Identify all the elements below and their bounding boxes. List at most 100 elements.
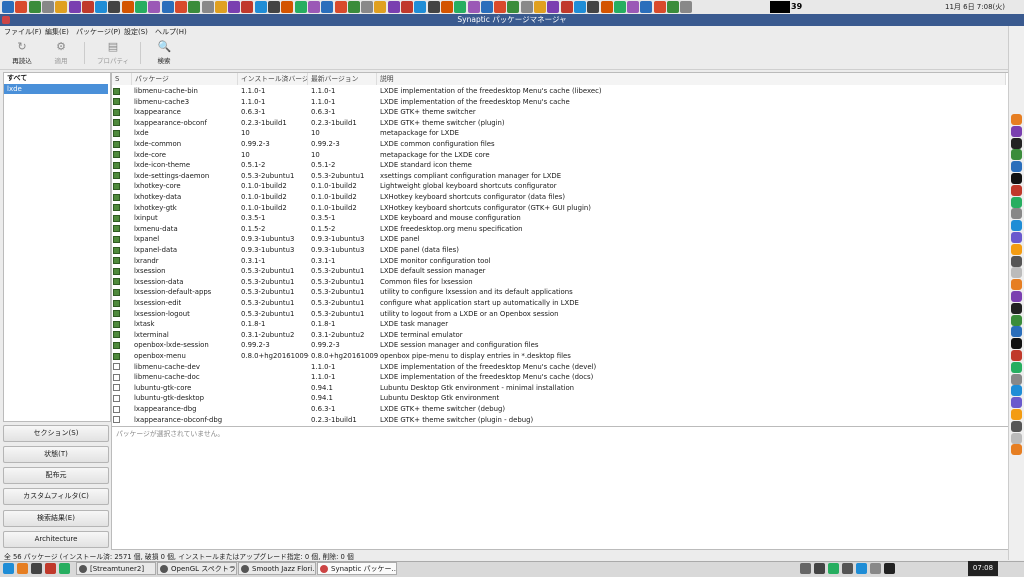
apply-button[interactable]: ⚙ 適用 [43,40,79,68]
menu-package[interactable]: パッケージ(P) [76,27,121,37]
installed-checkbox[interactable] [113,140,120,148]
launcher-icon[interactable] [573,1,586,13]
table-row[interactable]: lxinput 0.3.5-1 0.3.5-1 LXDE keyboard and m… [112,213,1006,224]
filter-all[interactable]: すべて [4,73,108,83]
dock-app-icon[interactable] [1011,137,1022,149]
launcher-icon[interactable] [241,1,254,13]
launcher-icon[interactable] [161,1,174,13]
launcher-icon[interactable] [587,1,600,13]
table-row[interactable]: lxhotkey-gtk 0.1.0-1build2 0.1.0-1build2 LX… [112,203,1006,214]
launcher-icon[interactable] [307,1,320,13]
launcher-icon[interactable] [174,1,187,13]
table-row[interactable]: lxsession-data 0.5.3-2ubuntu1 0.5.3-2ubunt… [112,277,1006,288]
dock-app-icon[interactable] [1011,114,1022,125]
table-row[interactable]: lxterminal 0.3.1-2ubuntu2 0.3.1-2ubuntu2 LX… [112,330,1006,341]
tray-icon[interactable] [884,563,895,574]
launcher-icon[interactable] [121,1,134,13]
not-installed-checkbox[interactable] [113,363,120,371]
not-installed-checkbox[interactable] [113,373,120,381]
dock-app-icon[interactable] [1011,267,1022,279]
dock-app-icon[interactable] [1011,302,1022,314]
dock-app-icon[interactable] [1011,243,1022,255]
menu-edit[interactable]: 編集(E) [45,27,69,37]
launcher-icon[interactable] [454,1,467,13]
dock-app-icon[interactable] [1011,420,1022,432]
launcher-icon[interactable] [680,1,693,13]
launcher-icon[interactable] [387,1,400,13]
launcher-icon[interactable] [534,1,546,13]
table-row[interactable]: lubuntu-gtk-core 0.94.1 Lubuntu Desktop Gt… [112,383,1006,394]
launcher-icon[interactable] [361,1,374,13]
dock-app-icon[interactable] [1011,338,1022,350]
installed-checkbox[interactable] [113,87,120,95]
dock-app-icon[interactable] [1011,149,1022,161]
launcher-icon[interactable] [68,1,81,13]
installed-checkbox[interactable] [113,204,120,212]
installed-checkbox[interactable] [113,235,120,243]
installed-checkbox[interactable] [113,108,120,116]
launcher-icon[interactable] [480,1,493,13]
table-row[interactable]: lxtask 0.1.8-1 0.1.8-1 LXDE task manager [112,319,1006,330]
launcher-icon[interactable] [254,1,267,13]
dock-app-icon[interactable] [1011,161,1022,173]
table-row[interactable]: libmenu-cache-doc 1.1.0-1 LXDE implementat… [112,372,1006,383]
installed-checkbox[interactable] [113,214,120,222]
task-smooth-jazz[interactable]: Smooth Jazz Flori... [238,562,316,575]
installed-checkbox[interactable] [113,331,120,339]
column-status[interactable]: S [112,73,132,85]
table-row[interactable]: lxappearance 0.6.3-1 0.6.3-1 LXDE GTK+ them… [112,107,1006,118]
table-row[interactable]: lxde-core 10 10 metapackage for the LXDE co… [112,150,1006,161]
table-row[interactable]: lubuntu-gtk-desktop 0.94.1 Lubuntu Desktop… [112,393,1006,404]
status-button[interactable]: 状態(T) [3,446,109,463]
launcher-icon[interactable] [507,1,520,13]
table-row[interactable]: lxde 10 10 metapackage for LXDE [112,128,1006,139]
installed-checkbox[interactable] [113,172,120,180]
launcher-icon[interactable] [547,1,560,13]
installed-checkbox[interactable] [113,193,120,201]
table-row[interactable]: lxsession-default-apps 0.5.3-2ubuntu1 0.5.… [112,287,1006,298]
launcher-icon[interactable] [600,1,613,13]
origin-button[interactable]: 配布元 [3,467,109,484]
launcher-icon[interactable] [268,1,280,13]
launcher-icon[interactable] [440,1,453,13]
launcher-icon[interactable] [321,1,334,13]
column-installed-version[interactable]: インストール済バージョン [238,73,308,85]
not-installed-checkbox[interactable] [113,394,120,402]
menu-settings[interactable]: 設定(S) [124,27,148,37]
dock-app-icon[interactable] [1011,291,1022,302]
launcher-icon[interactable] [108,1,121,13]
not-installed-checkbox[interactable] [113,416,120,424]
installed-checkbox[interactable] [113,98,120,106]
installed-checkbox[interactable] [113,299,120,307]
dock-app-icon[interactable] [1011,220,1022,232]
table-row[interactable]: lxhotkey-core 0.1.0-1build2 0.1.0-1build2 L… [112,181,1006,192]
table-row[interactable]: libmenu-cache-dev 1.1.0-1 LXDE implementat… [112,362,1006,373]
quick-launch-icon[interactable] [59,563,70,574]
table-row[interactable]: lxde-icon-theme 0.5.1-2 0.5.1-2 LXDE standa… [112,160,1006,171]
table-row[interactable]: lxsession 0.5.3-2ubuntu1 0.5.3-2ubuntu1 LXD… [112,266,1006,277]
table-row[interactable]: libmenu-cache-bin 1.1.0-1 1.1.0-1 LXDE impl… [112,86,1006,97]
launcher-icon[interactable] [81,1,94,13]
not-installed-checkbox[interactable] [113,384,120,392]
tray-icon[interactable] [870,563,881,574]
dock-app-icon[interactable] [1011,125,1022,137]
launcher-icon[interactable] [135,1,147,13]
launcher-icon[interactable] [640,1,653,13]
installed-checkbox[interactable] [113,182,120,190]
sections-button[interactable]: セクション(S) [3,425,109,442]
dock-app-icon[interactable] [1011,314,1022,326]
custom-filter-button[interactable]: カスタムフィルタ(C) [3,488,109,505]
search-results-button[interactable]: 検索結果(E) [3,510,109,527]
quick-launch-icon[interactable] [3,563,14,574]
column-package[interactable]: パッケージ [132,73,238,85]
dock-app-icon[interactable] [1011,279,1022,291]
architecture-button[interactable]: Architecture [3,531,109,548]
launcher-icon[interactable] [148,1,161,13]
dock-app-icon[interactable] [1011,326,1022,338]
menu-help[interactable]: ヘルプ(H) [155,27,187,37]
dock-app-icon[interactable] [1011,361,1022,373]
launcher-icon[interactable] [347,1,360,13]
launcher-icon[interactable] [667,1,679,13]
table-row[interactable]: lxappearance-obconf-dbg 0.2.3-1build1 LXDE… [112,415,1006,426]
taskbar-clock[interactable]: 07:08 [968,561,998,576]
